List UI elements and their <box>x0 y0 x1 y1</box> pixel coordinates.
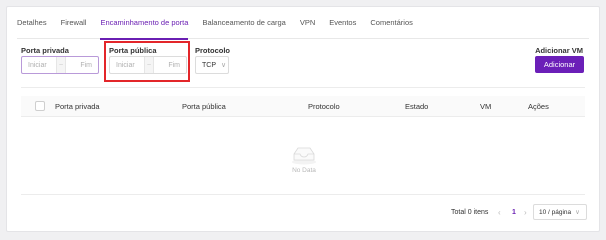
highlight-box <box>104 41 190 82</box>
tab-vpn[interactable]: VPN <box>300 7 315 39</box>
column-state: Estado <box>405 102 429 111</box>
table-header: Porta privada Porta pública Protocolo Es… <box>21 96 585 117</box>
protocol-label: Protocolo <box>195 46 230 55</box>
empty-inbox-icon <box>292 147 316 165</box>
tab-comments[interactable]: Comentários <box>370 7 413 39</box>
tab-bar: Detalhes Firewall Encaminhamento de port… <box>17 7 589 40</box>
pagination-current-page[interactable]: 1 <box>512 209 516 216</box>
private-port-range: Iniciar ~ Fim <box>21 56 99 74</box>
private-port-start-input[interactable]: Iniciar <box>22 57 56 73</box>
column-vm: VM <box>480 102 492 111</box>
page-size-value: 10 / página <box>539 208 572 216</box>
column-public-port: Porta pública <box>182 102 226 111</box>
table-bottom-divider <box>21 194 585 195</box>
chevron-left-icon[interactable]: ‹ <box>498 208 501 217</box>
pagination-total: Total 0 itens <box>451 209 489 216</box>
protocol-select[interactable]: TCP ∨ <box>195 56 229 74</box>
add-vm-label: Adicionar VM <box>535 46 583 55</box>
empty-text: No Data <box>292 167 316 174</box>
port-forwarding-card: Detalhes Firewall Encaminhamento de port… <box>6 6 600 232</box>
select-all-checkbox[interactable] <box>35 101 45 111</box>
column-actions: Ações <box>528 102 549 111</box>
tab-port-forwarding[interactable]: Encaminhamento de porta <box>100 7 188 40</box>
column-protocol: Protocolo <box>308 102 340 111</box>
column-private-port: Porta privada <box>55 102 100 111</box>
chevron-down-icon: ∨ <box>221 62 227 69</box>
page-size-select[interactable]: 10 / página ∨ <box>533 204 587 220</box>
add-button[interactable]: Adicionar <box>535 56 584 73</box>
private-port-label: Porta privada <box>21 46 69 55</box>
protocol-value: TCP <box>202 61 216 69</box>
tab-details[interactable]: Detalhes <box>17 7 47 39</box>
chevron-down-icon: ∨ <box>575 209 580 216</box>
tab-firewall[interactable]: Firewall <box>61 7 87 39</box>
tab-load-balancing[interactable]: Balanceamento de carga <box>202 7 285 39</box>
divider <box>21 87 585 88</box>
private-port-end-input[interactable]: Fim <box>66 57 98 73</box>
chevron-right-icon[interactable]: › <box>524 208 527 217</box>
range-separator: ~ <box>56 57 66 73</box>
tab-events[interactable]: Eventos <box>329 7 356 39</box>
